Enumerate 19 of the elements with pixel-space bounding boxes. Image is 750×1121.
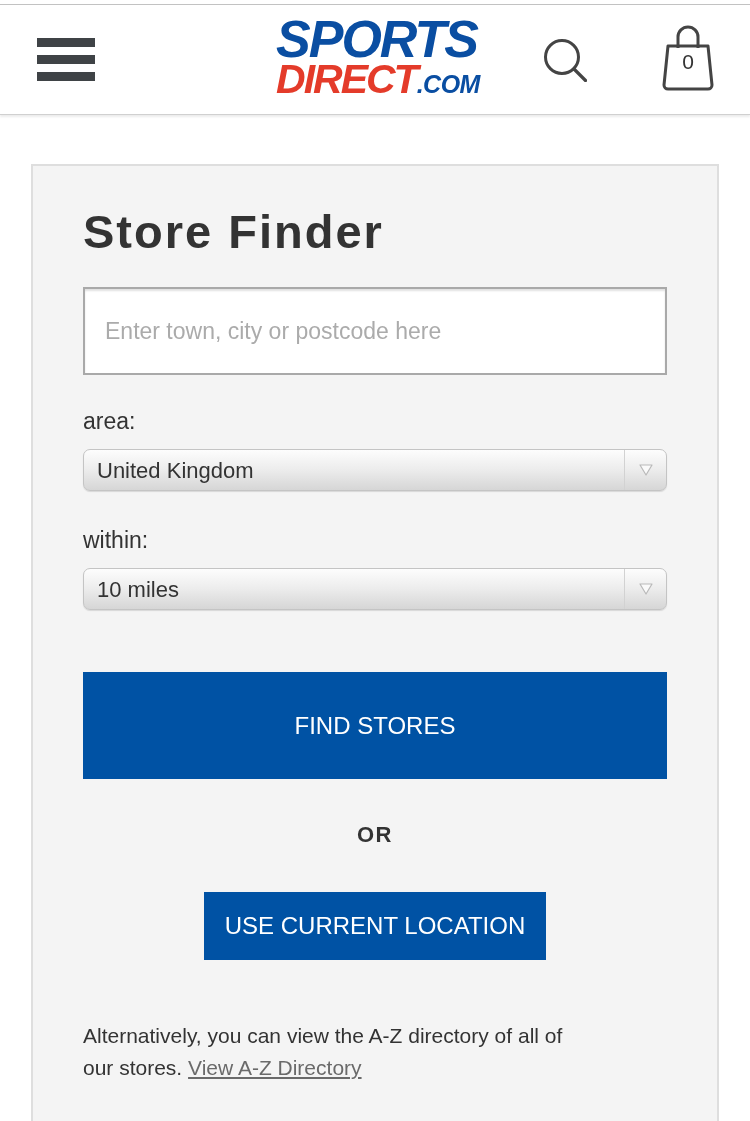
logo-text[interactable]: SPORTS [276,17,477,60]
dropdown[interactable]: United Kingdom [83,449,667,491]
search-icon[interactable] [543,37,587,82]
menu-icon[interactable] [37,37,95,82]
caret-icon [638,464,653,476]
bag-icon [662,24,714,91]
field-label: within: [83,526,149,555]
or-separator: OR [357,821,393,849]
cart-button[interactable]: 0 [662,24,714,91]
search-field[interactable]: Enter town, city or postcode here [83,287,667,375]
find-stores-button[interactable]: FIND STORES [83,672,667,779]
logo-text[interactable]: DIRECT.COM [276,60,480,102]
use-location-button[interactable]: USE CURRENT LOCATION [203,892,547,960]
directory-note: Alternatively, you can view the A-Z directory of all of our stores. View A-Z Directory [83,1023,564,1081]
caret-icon [638,583,653,595]
field-label: area: [83,407,136,436]
directory-link[interactable]: View A-Z Directory [188,1056,362,1079]
dropdown[interactable]: 10 miles [83,568,667,610]
page-title: Store Finder [83,204,384,260]
